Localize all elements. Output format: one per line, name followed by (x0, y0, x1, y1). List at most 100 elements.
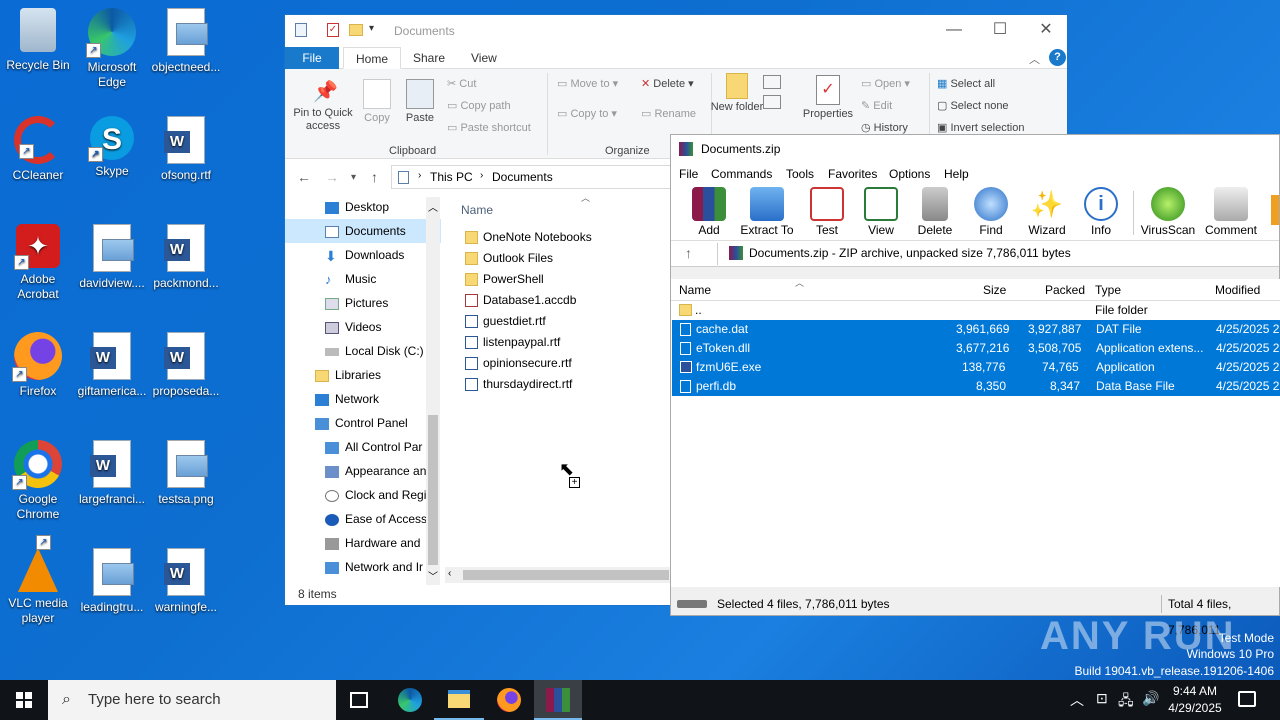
column-header-type[interactable]: Type (1095, 283, 1121, 297)
up-arrow-icon[interactable]: ↑ (371, 169, 378, 185)
column-header-size[interactable]: Size (983, 283, 1006, 297)
table-row[interactable]: fzmU6E.exe 138,776 74,765 Application 4/… (672, 358, 1280, 377)
maximize-button[interactable]: ☐ (977, 15, 1023, 45)
list-item[interactable]: PowerShell (461, 269, 671, 290)
toolbar-view-button[interactable]: View (853, 187, 909, 237)
nav-pane-scrollbar[interactable]: ︿ ﹀ (426, 197, 440, 585)
desktop-icon-ofsong[interactable]: ofsong.rtf (148, 116, 224, 183)
winrar-window[interactable]: Documents.zip File Commands Tools Favori… (670, 134, 1280, 637)
column-header-modified[interactable]: Modified (1215, 283, 1260, 297)
nav-item-all-control-panel[interactable]: All Control Par (285, 435, 441, 459)
properties-button[interactable]: ✓ Properties (797, 75, 859, 120)
address-box[interactable]: › This PC › Documents (391, 165, 671, 189)
scroll-left-chevron-icon[interactable]: ‹ (448, 568, 451, 579)
volume-icon[interactable]: 🔊 (1142, 690, 1159, 707)
pin-quick-access-button[interactable]: 📌 Pin to Quick access (291, 79, 355, 133)
toolbar-comment-button[interactable]: Comment (1201, 187, 1261, 237)
breadcrumb-documents[interactable]: Documents (492, 170, 553, 184)
desktop-icon-objectneed[interactable]: objectneed... (148, 8, 224, 75)
recent-locations-chevron-icon[interactable]: ▾ (351, 172, 356, 183)
rename-button[interactable]: ▭ Rename (641, 107, 696, 120)
tab-file[interactable]: File (285, 47, 339, 69)
toolbar-wizard-button[interactable]: ✨ Wizard (1019, 187, 1075, 237)
open-button[interactable]: ▭ Open ▾ (861, 77, 910, 90)
nav-item-appearance[interactable]: Appearance an (285, 459, 441, 483)
winrar-titlebar[interactable]: Documents.zip (671, 135, 1279, 163)
column-header-packed[interactable]: Packed (1045, 283, 1085, 297)
easy-access-icon[interactable] (763, 95, 781, 109)
nav-item-desktop[interactable]: Desktop (285, 195, 441, 219)
edit-button[interactable]: ✎ Edit (861, 99, 892, 112)
menu-tools[interactable]: Tools (786, 167, 814, 181)
nav-item-clock-region[interactable]: Clock and Regi (285, 483, 441, 507)
list-item[interactable]: Outlook Files (461, 248, 671, 269)
desktop-icon-vlc[interactable]: VLC media player (0, 535, 76, 626)
desktop-icon-warningfe[interactable]: warningfe... (148, 548, 224, 615)
scroll-up-chevron-icon[interactable]: ︿ (428, 199, 438, 214)
breadcrumb-this-pc[interactable]: This PC (430, 170, 473, 184)
close-button[interactable]: ✕ (1023, 15, 1069, 45)
nav-item-libraries[interactable]: Libraries (285, 363, 441, 387)
quick-access-toolbar-icon[interactable] (295, 23, 307, 37)
nav-item-local-disk[interactable]: Local Disk (C:) (285, 339, 441, 363)
taskbar-edge-icon[interactable] (398, 688, 422, 712)
start-button[interactable] (0, 680, 48, 720)
copy-path-button[interactable]: ▭ Copy path (447, 99, 511, 112)
invert-selection-button[interactable]: ▣ Invert selection (937, 121, 1024, 134)
nav-item-control-panel[interactable]: Control Panel (285, 411, 441, 435)
toolbar-extract-to-button[interactable]: Extract To (737, 187, 797, 237)
taskbar-file-explorer-icon[interactable] (434, 680, 484, 720)
desktop-icon-davidview[interactable]: davidview.... (74, 224, 150, 291)
desktop-icon-firefox[interactable]: Firefox (0, 332, 76, 399)
taskbar-firefox-icon[interactable] (497, 688, 521, 712)
properties-check-icon[interactable]: ✓ (327, 23, 339, 37)
new-folder-qat-icon[interactable] (349, 24, 363, 36)
back-arrow-icon[interactable]: ← (297, 169, 311, 185)
scrollbar-thumb[interactable] (463, 570, 669, 580)
toolbar-virusscan-button[interactable]: VirusScan (1137, 187, 1199, 237)
show-hidden-icons-chevron-icon[interactable]: ︿ (1070, 690, 1084, 710)
new-folder-button[interactable]: New folder (707, 73, 767, 114)
table-row[interactable]: eToken.dll 3,677,216 3,508,705 Applicati… (672, 339, 1280, 358)
list-item[interactable]: listenpaypal.rtf (461, 332, 671, 353)
nav-item-ease-of-access[interactable]: Ease of Access (285, 507, 441, 531)
menu-file[interactable]: File (679, 167, 698, 181)
tab-share[interactable]: Share (401, 47, 457, 69)
nav-item-network-internet[interactable]: Network and Ir (285, 555, 441, 579)
toolbar-test-button[interactable]: Test (799, 187, 855, 237)
toolbar-delete-button[interactable]: Delete (907, 187, 963, 237)
cut-button[interactable]: ✂ Cut (447, 77, 476, 90)
scroll-down-chevron-icon[interactable]: ﹀ (428, 568, 438, 583)
meet-now-icon[interactable]: ⊡ (1096, 690, 1108, 707)
clock[interactable]: 9:44 AM 4/29/2025 (1166, 683, 1224, 717)
menu-commands[interactable]: Commands (711, 167, 772, 181)
file-list-horizontal-scrollbar[interactable]: ‹ (445, 567, 671, 583)
desktop-icon-ccleaner[interactable]: CCleaner (0, 116, 76, 183)
help-icon[interactable]: ? (1049, 49, 1066, 66)
paste-button[interactable]: Paste (391, 79, 449, 124)
desktop-icon-adobe-acrobat[interactable]: ✦ Adobe Acrobat (0, 224, 76, 302)
desktop-icon-largefranci[interactable]: largefranci... (74, 440, 150, 507)
action-center-notification-icon[interactable] (1238, 691, 1256, 707)
list-item[interactable]: Database1.accdb (461, 290, 671, 311)
explorer-titlebar[interactable]: ✓ ▾ Documents — ☐ ✕ (285, 15, 1067, 47)
scrollbar-thumb[interactable] (428, 415, 438, 565)
minimize-button[interactable]: — (931, 15, 977, 45)
desktop-icon-leadingtru[interactable]: leadingtru... (74, 548, 150, 615)
desktop-icon-recycle-bin[interactable]: Recycle Bin (0, 8, 76, 73)
tab-home[interactable]: Home (343, 47, 402, 69)
table-row[interactable]: .. File folder (671, 301, 1280, 320)
taskbar-winrar-icon[interactable] (534, 680, 582, 720)
menu-favorites[interactable]: Favorites (828, 167, 877, 181)
list-item[interactable]: opinionsecure.rtf (461, 353, 671, 374)
delete-button[interactable]: ✕ Delete ▾ (641, 77, 694, 90)
toolbar-add-button[interactable]: Add (681, 187, 737, 237)
ribbon-collapse-icon[interactable]: ︿ (1029, 51, 1040, 67)
column-header-name[interactable]: Name (461, 203, 493, 217)
history-button[interactable]: ◷ History (861, 121, 908, 134)
select-all-button[interactable]: ▦ Select all (937, 77, 995, 90)
table-row[interactable]: perfi.db 8,350 8,347 Data Base File 4/25… (672, 377, 1280, 396)
forward-arrow-icon[interactable]: → (325, 169, 339, 185)
menu-options[interactable]: Options (889, 167, 930, 181)
taskbar-search-box[interactable]: ⌕ Type here to search (48, 680, 336, 720)
